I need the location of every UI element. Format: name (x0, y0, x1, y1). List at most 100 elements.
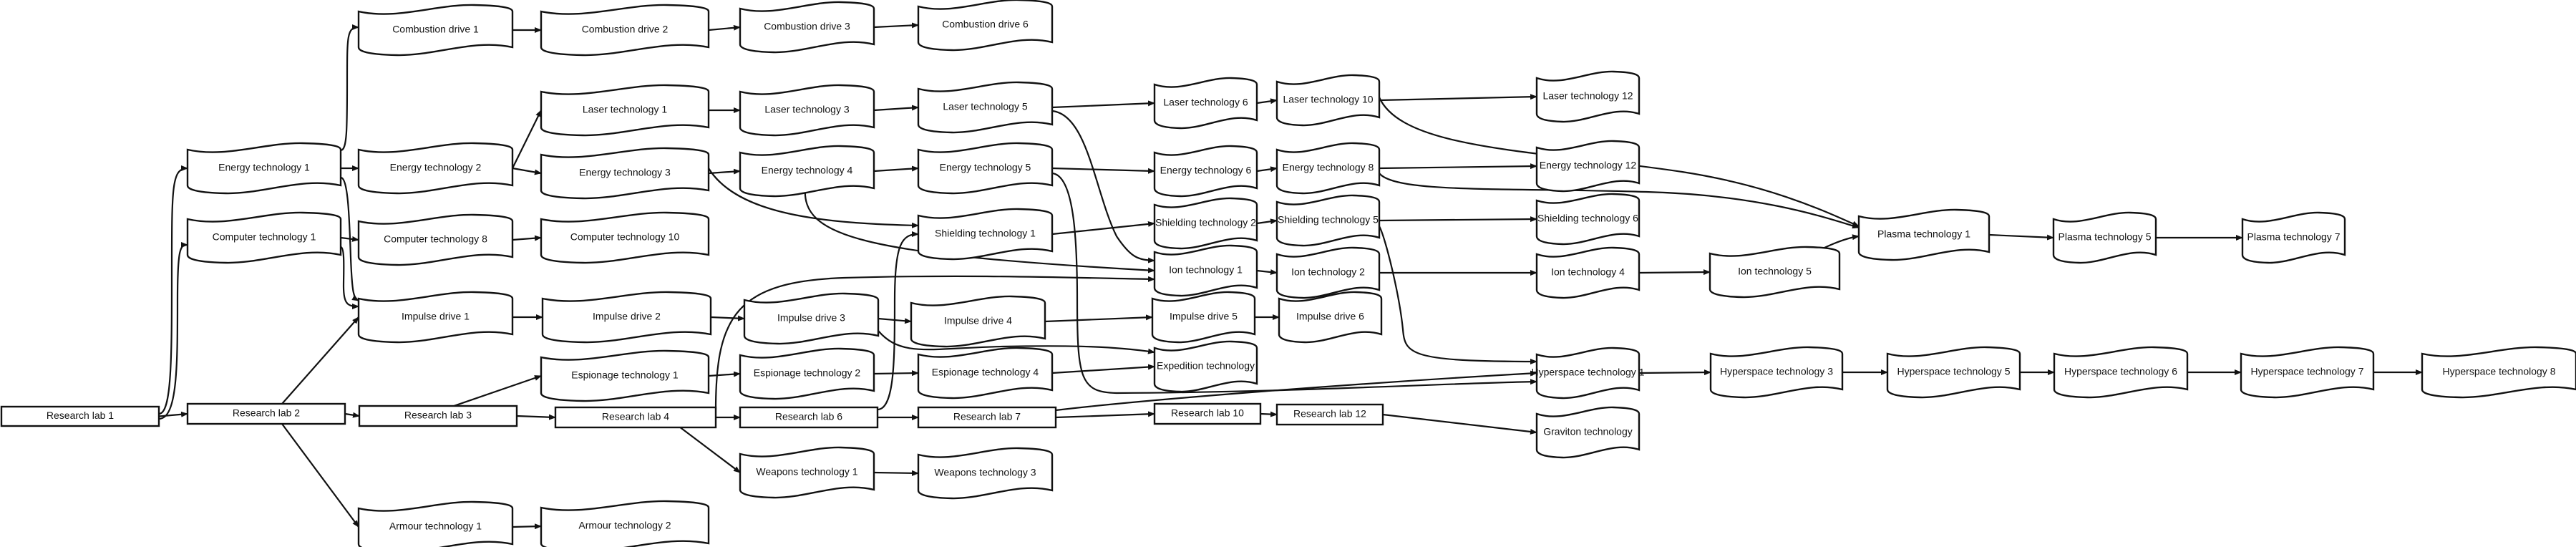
node-pt7[interactable]: Plasma technology 7 (2241, 211, 2346, 264)
node-st1[interactable]: Shielding technology 1 (917, 208, 1054, 261)
node-pt1[interactable]: Plasma technology 1 (1857, 208, 1991, 261)
edge-et4-to-et5 (873, 165, 919, 173)
edge-st1-to-st2 (1051, 221, 1155, 236)
node-it4[interactable]: Ion technology 4 (1535, 246, 1641, 299)
node-label: Laser technology 12 (1542, 90, 1633, 102)
node-label: Armour technology 1 (389, 521, 482, 532)
node-rl2[interactable]: Research lab 2 (186, 402, 346, 425)
node-label: Combustion drive 3 (764, 21, 850, 32)
node-et3[interactable]: Energy technology 3 (540, 147, 710, 200)
node-it2[interactable]: Ion technology 2 (1275, 246, 1381, 299)
node-lt3[interactable]: Laser technology 3 (739, 84, 875, 137)
node-et12[interactable]: Energy technology 12 (1535, 140, 1641, 193)
node-hs3[interactable]: Hyperspace technology 3 (1709, 346, 1844, 399)
edge-ct8-to-ct10 (512, 235, 542, 241)
node-label: Combustion drive 2 (582, 24, 669, 35)
node-rl6[interactable]: Research lab 6 (739, 406, 879, 429)
node-cd1[interactable]: Combustion drive 1 (357, 4, 514, 57)
node-rl7[interactable]: Research lab 7 (917, 406, 1057, 429)
node-es4[interactable]: Espionage technology 4 (917, 347, 1054, 400)
edge-lt3-to-lt5 (873, 105, 919, 112)
node-label: Hyperspace technology 7 (2251, 366, 2364, 377)
node-wt1[interactable]: Weapons technology 1 (739, 446, 875, 499)
node-at2[interactable]: Armour technology 2 (540, 500, 710, 547)
node-id2[interactable]: Impulse drive 2 (541, 291, 712, 344)
node-rl12[interactable]: Research lab 12 (1275, 403, 1384, 426)
node-lt1[interactable]: Laser technology 1 (540, 84, 710, 137)
edge-lt10-to-lt12 (1379, 94, 1537, 102)
node-id6[interactable]: Impulse drive 6 (1278, 291, 1383, 344)
node-rl4[interactable]: Research lab 4 (554, 406, 717, 429)
node-label: Weapons technology 3 (934, 467, 1036, 478)
node-it1[interactable]: Ion technology 1 (1153, 244, 1258, 297)
node-hs8[interactable]: Hyperspace technology 8 (2421, 346, 2576, 399)
node-it5[interactable]: Ion technology 5 (1709, 246, 1841, 299)
node-id3[interactable]: Impulse drive 3 (743, 292, 880, 345)
node-label: Research lab 6 (775, 411, 842, 422)
node-label: Impulse drive 5 (1170, 311, 1238, 322)
node-lt10[interactable]: Laser technology 10 (1275, 74, 1381, 127)
node-et2[interactable]: Energy technology 2 (357, 142, 514, 195)
node-et1[interactable]: Energy technology 1 (186, 142, 342, 195)
node-ct1[interactable]: Computer technology 1 (186, 211, 342, 264)
node-et8[interactable]: Energy technology 8 (1275, 142, 1381, 195)
node-label: Hyperspace technology 8 (2443, 366, 2556, 377)
node-st2[interactable]: Shielding technology 2 (1153, 197, 1258, 250)
node-label: Impulse drive 1 (402, 311, 470, 322)
node-label: Graviton technology (1543, 426, 1633, 437)
edge-it1-to-it2 (1256, 269, 1278, 276)
node-id4[interactable]: Impulse drive 4 (910, 295, 1046, 348)
edge-rl10-to-rl12 (1260, 411, 1278, 417)
node-rl3[interactable]: Research lab 3 (358, 405, 518, 427)
node-et5[interactable]: Energy technology 5 (917, 142, 1054, 195)
node-at1[interactable]: Armour technology 1 (357, 500, 514, 547)
node-hs7[interactable]: Hyperspace technology 7 (2240, 346, 2375, 399)
node-et6[interactable]: Energy technology 6 (1153, 145, 1258, 198)
node-cd2[interactable]: Combustion drive 2 (540, 4, 710, 57)
node-rl10[interactable]: Research lab 10 (1153, 402, 1262, 425)
node-label: Expedition technology (1157, 360, 1255, 372)
node-rl1[interactable]: Research lab 1 (0, 405, 160, 427)
node-st5[interactable]: Shielding technology 5 (1275, 194, 1381, 247)
node-cd6[interactable]: Combustion drive 6 (917, 0, 1054, 52)
node-label: Hyperspace technology 3 (1720, 366, 1833, 377)
node-lt12[interactable]: Laser technology 12 (1535, 70, 1641, 123)
node-et4[interactable]: Energy technology 4 (739, 145, 875, 198)
node-ct10[interactable]: Computer technology 10 (540, 211, 710, 264)
node-id1[interactable]: Impulse drive 1 (357, 291, 514, 344)
node-lt6[interactable]: Laser technology 6 (1153, 77, 1258, 130)
node-label: Energy technology 12 (1540, 160, 1637, 171)
node-pt5[interactable]: Plasma technology 5 (2052, 211, 2157, 264)
node-wt3[interactable]: Weapons technology 3 (917, 447, 1054, 500)
node-hs5[interactable]: Hyperspace technology 5 (1886, 346, 2021, 399)
edge-rl1-to-ct1 (158, 242, 188, 420)
node-label: Armour technology 2 (578, 520, 671, 531)
node-ex[interactable]: Expedition technology (1153, 340, 1258, 393)
node-lt5[interactable]: Laser technology 5 (917, 81, 1054, 134)
edge-rl2-to-id1 (281, 316, 359, 405)
node-label: Laser technology 10 (1283, 94, 1373, 105)
edge-id4-to-id5 (1044, 314, 1153, 323)
node-cd3[interactable]: Combustion drive 3 (739, 1, 875, 54)
node-label: Computer technology 8 (384, 233, 487, 245)
node-es2[interactable]: Espionage technology 2 (739, 347, 875, 400)
edge-et6-to-et8 (1256, 166, 1278, 173)
node-label: Impulse drive 4 (944, 315, 1012, 326)
edge-et2-to-lt1 (512, 110, 542, 169)
node-label: Hyperspace technology 6 (2064, 366, 2177, 377)
edge-rl1-to-rl2 (158, 411, 188, 417)
node-id5[interactable]: Impulse drive 5 (1151, 291, 1256, 344)
edge-rl3-to-es1 (453, 374, 542, 407)
node-label: Laser technology 5 (943, 101, 1028, 112)
node-hs1[interactable]: Hyperspace technology 1 (1532, 347, 1645, 400)
node-label: Laser technology 6 (1163, 97, 1248, 108)
node-gt[interactable]: Graviton technology (1535, 406, 1641, 459)
edge-rl4-to-wt1 (679, 427, 741, 473)
node-label: Plasma technology 1 (1877, 228, 1970, 240)
node-st6[interactable]: Shielding technology 6 (1535, 193, 1641, 246)
node-es1[interactable]: Espionage technology 1 (540, 349, 710, 402)
node-hs6[interactable]: Hyperspace technology 6 (2053, 346, 2189, 399)
node-ct8[interactable]: Computer technology 8 (357, 213, 514, 266)
edge-et8-to-et12 (1379, 163, 1537, 170)
edge-st5-to-hs1 (1379, 226, 1537, 364)
